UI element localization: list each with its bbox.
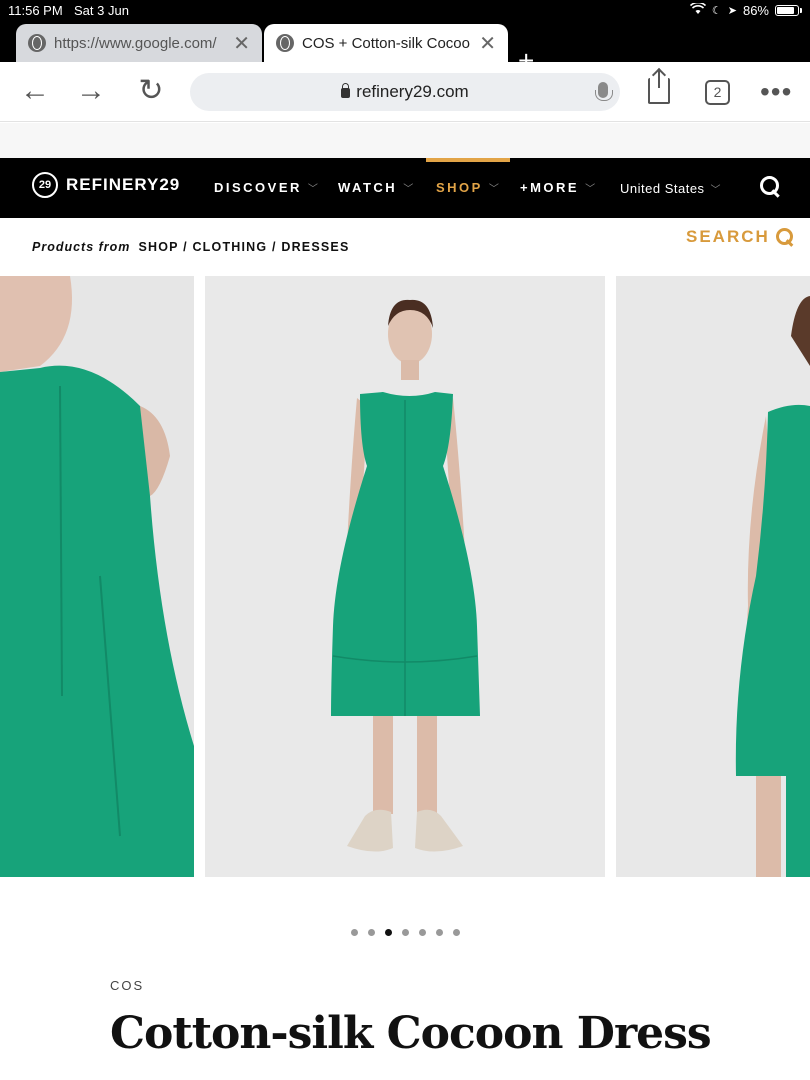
url-text: refinery29.com [356,82,469,101]
search-label: SEARCH [686,227,770,246]
status-time: 11:56 PM [8,3,63,18]
product-image-carousel[interactable] [0,276,810,877]
microphone-icon[interactable] [595,82,613,101]
product-brand[interactable]: COS [110,978,144,993]
battery-tip [800,8,802,13]
site-nav: 29 REFINERY29 DISCOVER ﹀ WATCH ﹀ SHOP ﹀ +MO… [0,158,810,218]
carousel-dots[interactable] [0,929,810,936]
reload-button[interactable]: ↻ [134,74,168,108]
tab-title: https://www.google.com/ [54,34,217,52]
chevron-down-icon: ﹀ [307,184,318,195]
logo-mark: 29 [32,172,58,198]
nav-label: SHOP [436,180,483,195]
region-label: United States [620,181,705,196]
close-icon[interactable]: ✕ [479,31,496,56]
product-image-side[interactable] [616,276,810,877]
tab-count-button[interactable]: 2 [705,80,730,105]
wifi-icon [689,1,706,18]
lock-icon [341,83,351,98]
nav-label: DISCOVER [214,180,302,195]
breadcrumb-prefix: Products from [32,240,131,254]
status-bar: 11:56 PM Sat 3 Jun ☾ ➤ 86% [0,0,810,22]
status-date: Sat 3 Jun [74,3,129,18]
carousel-dot[interactable] [452,929,460,936]
tab-google[interactable]: https://www.google.com/ ✕ [16,24,262,62]
share-icon[interactable] [648,70,670,104]
moon-icon: ☾ [711,5,722,17]
breadcrumb-path[interactable]: SHOP / CLOTHING / DRESSES [138,240,349,254]
nav-label: WATCH [338,180,398,195]
chevron-down-icon: ﹀ [488,184,499,195]
forward-button[interactable]: → [74,74,108,108]
logo-wordmark: REFINERY29 [66,175,181,194]
search-icon [775,228,794,246]
tab-strip: https://www.google.com/ ✕ COS + Cotton-s… [0,22,810,76]
browser-toolbar: ← → ↻ refinery29.com 2 ••• [0,62,810,122]
back-button[interactable]: ← [18,74,52,108]
tab-cos-dress[interactable]: COS + Cotton-silk Cocoon Dress ✕ [264,24,508,62]
chevron-down-icon: ﹀ [710,185,722,196]
product-title: Cotton-silk Cocoon Dress [110,1008,712,1059]
carousel-dot[interactable] [435,929,443,936]
refinery29-logo[interactable]: 29 REFINERY29 [32,172,180,198]
carousel-dot[interactable] [401,929,409,936]
site-search-button[interactable]: SEARCH [686,227,794,247]
nav-label: +MORE [520,180,580,195]
product-image-main[interactable] [205,276,605,877]
battery-icon [775,5,799,16]
battery-percent: 86% [742,3,769,18]
close-icon[interactable]: ✕ [233,31,250,56]
nav-more[interactable]: +MORE ﹀ [520,180,595,195]
breadcrumb: Products from SHOP / CLOTHING / DRESSES [32,240,350,254]
nav-discover[interactable]: DISCOVER ﹀ [214,180,318,195]
shop-active-indicator [426,158,510,162]
more-menu-icon[interactable]: ••• [760,76,792,108]
carousel-dot[interactable] [367,929,375,936]
globe-icon [276,34,294,52]
address-bar[interactable]: refinery29.com [190,73,620,111]
page-top-gap [0,123,810,158]
status-right: ☾ ➤ 86% [689,1,802,18]
nav-shop[interactable]: SHOP ﹀ [436,180,499,195]
globe-icon [28,34,46,52]
chevron-down-icon: ﹀ [585,184,596,195]
tab-title: COS + Cotton-silk Cocoon Dress [302,34,470,52]
carousel-dot[interactable] [418,929,426,936]
product-image-closeup[interactable] [0,276,194,877]
search-icon[interactable] [760,176,782,198]
location-arrow-icon: ➤ [727,5,737,17]
carousel-dot[interactable] [350,929,358,936]
chevron-down-icon: ﹀ [403,184,414,195]
nav-watch[interactable]: WATCH ﹀ [338,180,413,195]
region-selector[interactable]: United States ﹀ [620,181,721,196]
carousel-dot[interactable] [384,929,392,936]
